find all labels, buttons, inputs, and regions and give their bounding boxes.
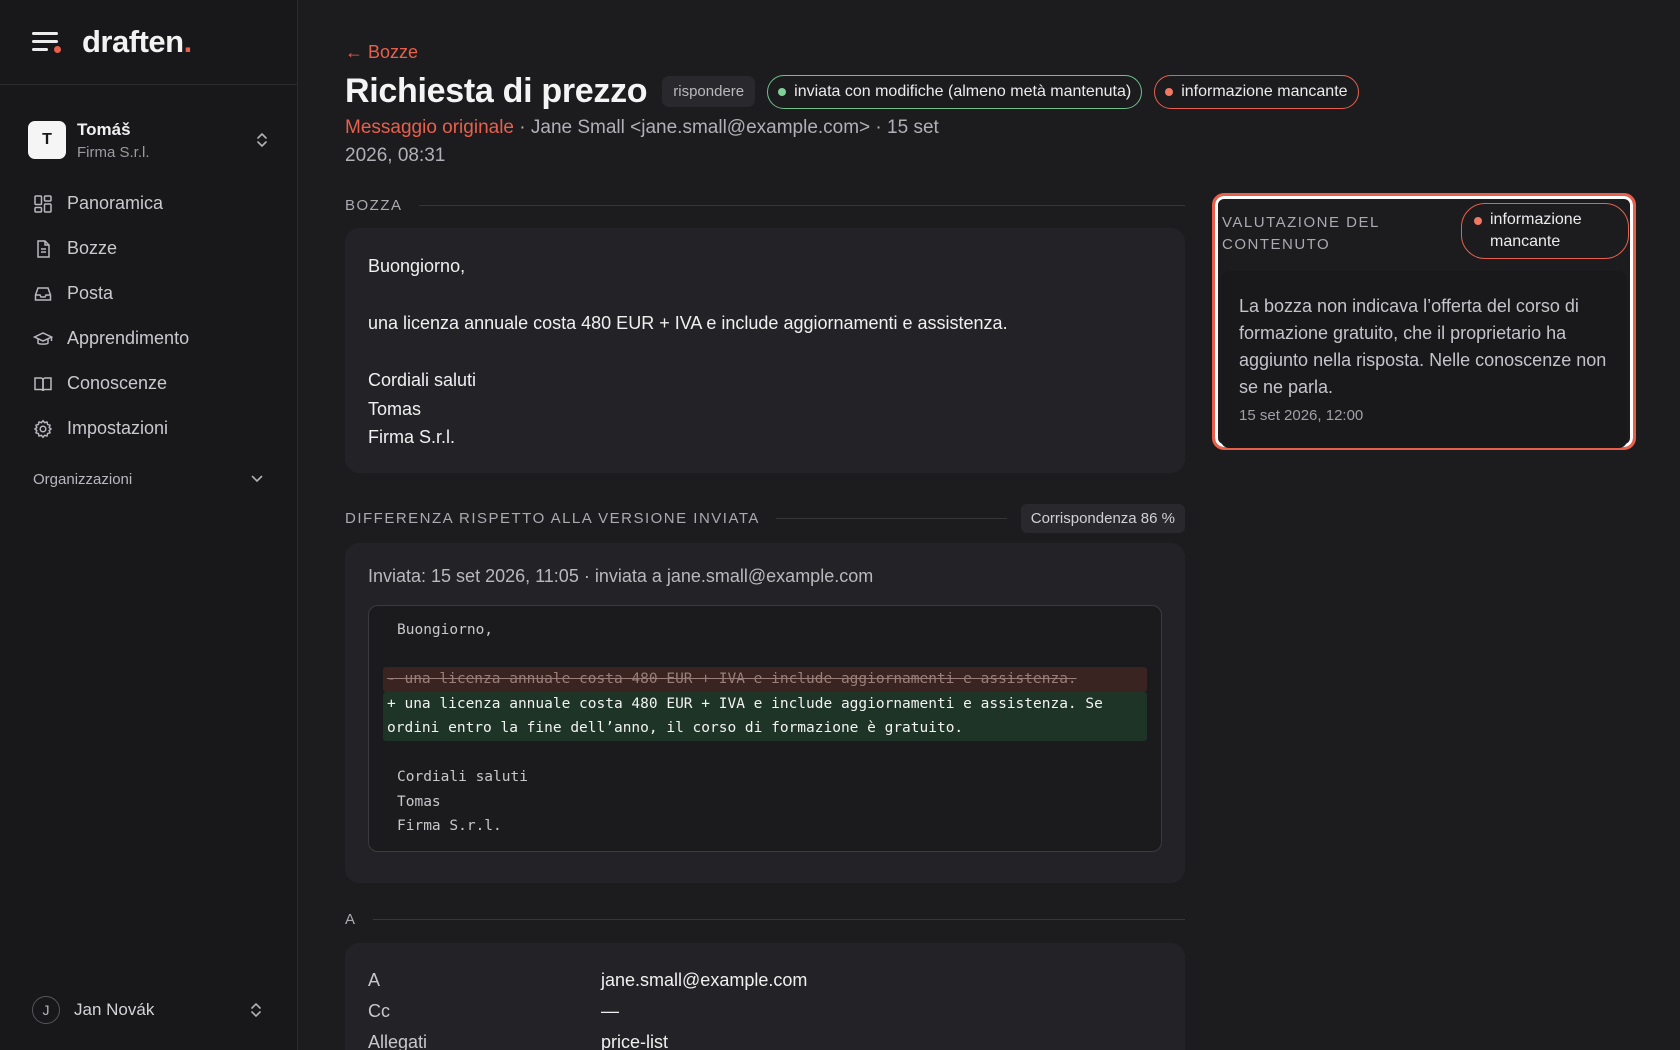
- issue-badge: informazione mancante: [1154, 74, 1359, 109]
- sidebar-item-label: Posta: [67, 283, 114, 303]
- organizations-label: Organizzazioni: [33, 470, 133, 488]
- document-icon: [37, 239, 50, 258]
- recipient-row: Cc —: [368, 996, 1162, 1027]
- book-icon: [34, 376, 52, 391]
- draft-line: [368, 281, 1162, 310]
- diff-line: Cordiali saluti: [397, 769, 528, 785]
- sidebar-item-label: Bozze: [67, 238, 118, 258]
- diff-card: Inviata: 15 set 2026, 11:05 · inviata a …: [345, 543, 1185, 883]
- page-title: Richiesta di prezzo: [345, 72, 648, 110]
- evaluation-body: La bozza non indicava l’offerta del cors…: [1221, 271, 1627, 448]
- account-name: Tomáš: [77, 119, 131, 139]
- diff-line: Firma S.r.l.: [397, 818, 502, 834]
- user-avatar: J: [32, 996, 60, 1024]
- sidebar-item-label: Impostazioni: [67, 418, 169, 438]
- organizations-toggle[interactable]: Organizzazioni: [0, 461, 297, 497]
- brand-logo[interactable]: draften.: [82, 24, 192, 60]
- evaluation-title: VALUTAZIONE DEL CONTENUTO: [1222, 214, 1380, 253]
- draft-line: Tomas: [368, 398, 422, 419]
- account-switcher[interactable]: T Tomáš Firma S.r.l.: [0, 115, 297, 165]
- sidebar-item-label: Conoscenze: [67, 373, 168, 393]
- diff-view: Buongiorno, - una licenza annuale costa 4…: [368, 605, 1162, 852]
- status-dot-icon: [778, 87, 787, 96]
- match-badge: Corrispondenza 86 %: [1020, 504, 1185, 533]
- original-message-link[interactable]: Messaggio originale: [345, 117, 514, 138]
- recipient-value: jane.small@example.com: [601, 970, 808, 990]
- message-meta: Messaggio originale · Jane Small <jane.s…: [345, 114, 985, 170]
- status-dot-icon: [1165, 87, 1174, 96]
- diff-line: Buongiorno,: [397, 622, 494, 638]
- evaluation-date: 15 set 2026, 12:00: [1239, 407, 1364, 424]
- diff-line-added: + una licenza annuale costa 480 EUR + IV…: [383, 691, 1147, 741]
- recipient-row: Allegati price-list: [368, 1027, 1162, 1050]
- recipients-card: Ajane.small@example.com Cc — Allegati price-…: [345, 943, 1185, 1050]
- sent-info: Inviata: 15 set 2026, 11:05 · inviata a …: [368, 566, 874, 586]
- inbox-icon: [34, 286, 52, 301]
- recipient-key: Allegati: [368, 1032, 428, 1050]
- diff-line: Tomas: [397, 793, 441, 810]
- draft-body: Buongiorno, una licenza annuale costa 480…: [345, 228, 1185, 473]
- sidebar-item-bozze[interactable]: Bozze: [0, 226, 297, 271]
- draft-line: Buongiorno,: [368, 256, 466, 276]
- chevron-up-down-icon: [257, 133, 267, 147]
- sidebar-item-impostazioni[interactable]: Impostazioni: [0, 406, 297, 451]
- status-dot-icon: [1474, 217, 1482, 225]
- back-to-drafts-link[interactable]: ← Bozze: [345, 42, 418, 63]
- sidebar-item-panoramica[interactable]: Panoramica: [0, 181, 297, 226]
- draft-line: Cordiali saluti: [368, 370, 477, 390]
- recipient-key: Cc: [368, 1001, 390, 1021]
- recipients-section-title: A: [345, 911, 1185, 928]
- diff-section-title: DIFFERENZA RISPETTO ALLA VERSIONE INVIAT…: [345, 504, 1185, 533]
- chevron-down-icon: [251, 475, 263, 482]
- status-badge: inviata con modifiche (almeno metà mante…: [767, 74, 1143, 109]
- draft-line: una licenza annuale costa 480 EUR + IVA …: [368, 313, 1008, 333]
- recipient-value: price-list: [601, 1032, 669, 1050]
- diff-line: [383, 741, 1147, 766]
- content-evaluation-panel[interactable]: VALUTAZIONE DEL CONTENUTO informazione m…: [1212, 193, 1636, 450]
- graduation-cap-icon: [33, 331, 53, 345]
- sidebar-item-label: Panoramica: [67, 193, 164, 213]
- type-tag: rispondere: [662, 76, 756, 107]
- account-org: Firma S.r.l.: [77, 143, 150, 161]
- evaluation-issue-badge: informazione mancante: [1461, 203, 1629, 259]
- sidebar: draften. T Tomáš Firma S.r.l. Panoramica…: [0, 0, 298, 1050]
- chevron-up-down-icon: [251, 1003, 261, 1017]
- menu-icon[interactable]: [32, 30, 61, 54]
- draft-section-title: BOZZA: [345, 197, 1185, 214]
- recipient-key: A: [368, 970, 381, 990]
- diff-line-removed: - una licenza annuale costa 480 EUR + IV…: [383, 667, 1147, 692]
- diff-line: [383, 643, 1147, 668]
- brand: draften.: [0, 0, 297, 85]
- sidebar-item-posta[interactable]: Posta: [0, 271, 297, 316]
- sidebar-item-label: Apprendimento: [67, 328, 190, 348]
- sidebar-item-conoscenze[interactable]: Conoscenze: [0, 361, 297, 406]
- account-avatar: T: [28, 121, 66, 159]
- recipient-row: Ajane.small@example.com: [368, 965, 1162, 996]
- draft-line: Firma S.r.l.: [368, 427, 456, 447]
- user-name: Jan Novák: [74, 1000, 155, 1019]
- draft-line: [368, 338, 1162, 367]
- title-row: Richiesta di prezzo rispondere inviata c…: [345, 72, 1359, 111]
- user-menu[interactable]: J Jan Novák: [32, 994, 263, 1026]
- sidebar-item-apprendimento[interactable]: Apprendimento: [0, 316, 297, 361]
- evaluation-text: La bozza non indicava l’offerta del cors…: [1239, 296, 1607, 397]
- dashboard-icon: [34, 194, 52, 213]
- recipient-value: —: [601, 1001, 619, 1021]
- sidebar-nav: Panoramica Bozze Posta Apprendimento Con…: [0, 181, 297, 451]
- gear-icon: [33, 419, 53, 438]
